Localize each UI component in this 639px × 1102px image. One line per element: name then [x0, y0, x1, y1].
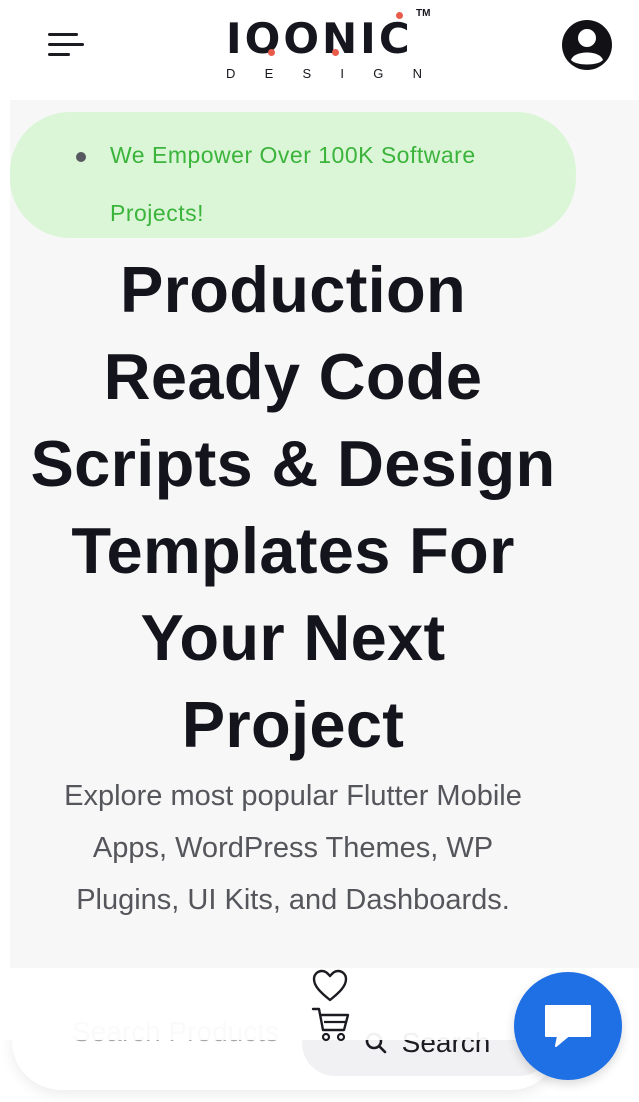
- hero-subtitle-line: Apps, WordPress Themes, WP: [92, 832, 494, 864]
- logo-sub-letter: D: [226, 66, 236, 81]
- logo-sub-letter: S: [302, 66, 312, 81]
- chat-icon: [545, 1005, 591, 1047]
- promo-badge: We Empower Over 100K Software Projects!: [10, 112, 576, 238]
- logo[interactable]: IOONIC TM D E S I G N: [220, 8, 440, 88]
- hero-subtitle: Explore most popular Flutter Mobile Apps…: [10, 770, 576, 926]
- bullet-icon: [76, 152, 86, 162]
- logo-sub-letter: N: [412, 66, 422, 81]
- menu-button[interactable]: [44, 26, 88, 62]
- hero-title-line: Project: [181, 688, 405, 761]
- account-button[interactable]: [560, 18, 614, 72]
- page: IOONIC TM D E S I G N We Empower Over 10…: [0, 0, 639, 1102]
- hero-title-line: Scripts & Design: [30, 427, 556, 500]
- logo-subtitle: D E S I G N: [226, 66, 422, 81]
- logo-dot-1: [268, 49, 275, 56]
- hero-title-line: Your Next: [140, 601, 446, 674]
- header: IOONIC TM D E S I G N: [0, 0, 639, 100]
- hero-title-line: Production: [119, 253, 467, 326]
- cart-icon: [311, 1007, 350, 1042]
- badge-text: We Empower Over 100K Software Projects!: [110, 142, 476, 226]
- account-icon: [562, 20, 612, 70]
- logo-dot-2: [332, 49, 339, 56]
- hero-title: Production Ready Code Scripts & Design T…: [10, 246, 576, 768]
- logo-sub-letter: E: [264, 66, 274, 81]
- logo-sub-letter: G: [373, 66, 384, 81]
- logo-dot-3: [396, 12, 403, 19]
- hero-subtitle-line: Plugins, UI Kits, and Dashboards.: [76, 884, 510, 916]
- heart-icon: [312, 969, 348, 1002]
- logo-text: IOONIC: [226, 14, 413, 63]
- hero-section: We Empower Over 100K Software Projects! …: [10, 100, 639, 970]
- logo-trademark: TM: [416, 8, 431, 19]
- chat-button[interactable]: [514, 972, 622, 1080]
- hero-title-line: Templates For: [71, 514, 515, 587]
- logo-sub-letter: I: [340, 66, 345, 81]
- hero-subtitle-line: Explore most popular Flutter Mobile: [64, 780, 522, 812]
- menu-icon: [48, 33, 84, 56]
- hero-title-line: Ready Code: [103, 340, 483, 413]
- wishlist-button[interactable]: [310, 966, 350, 1006]
- cart-button[interactable]: [310, 1004, 352, 1044]
